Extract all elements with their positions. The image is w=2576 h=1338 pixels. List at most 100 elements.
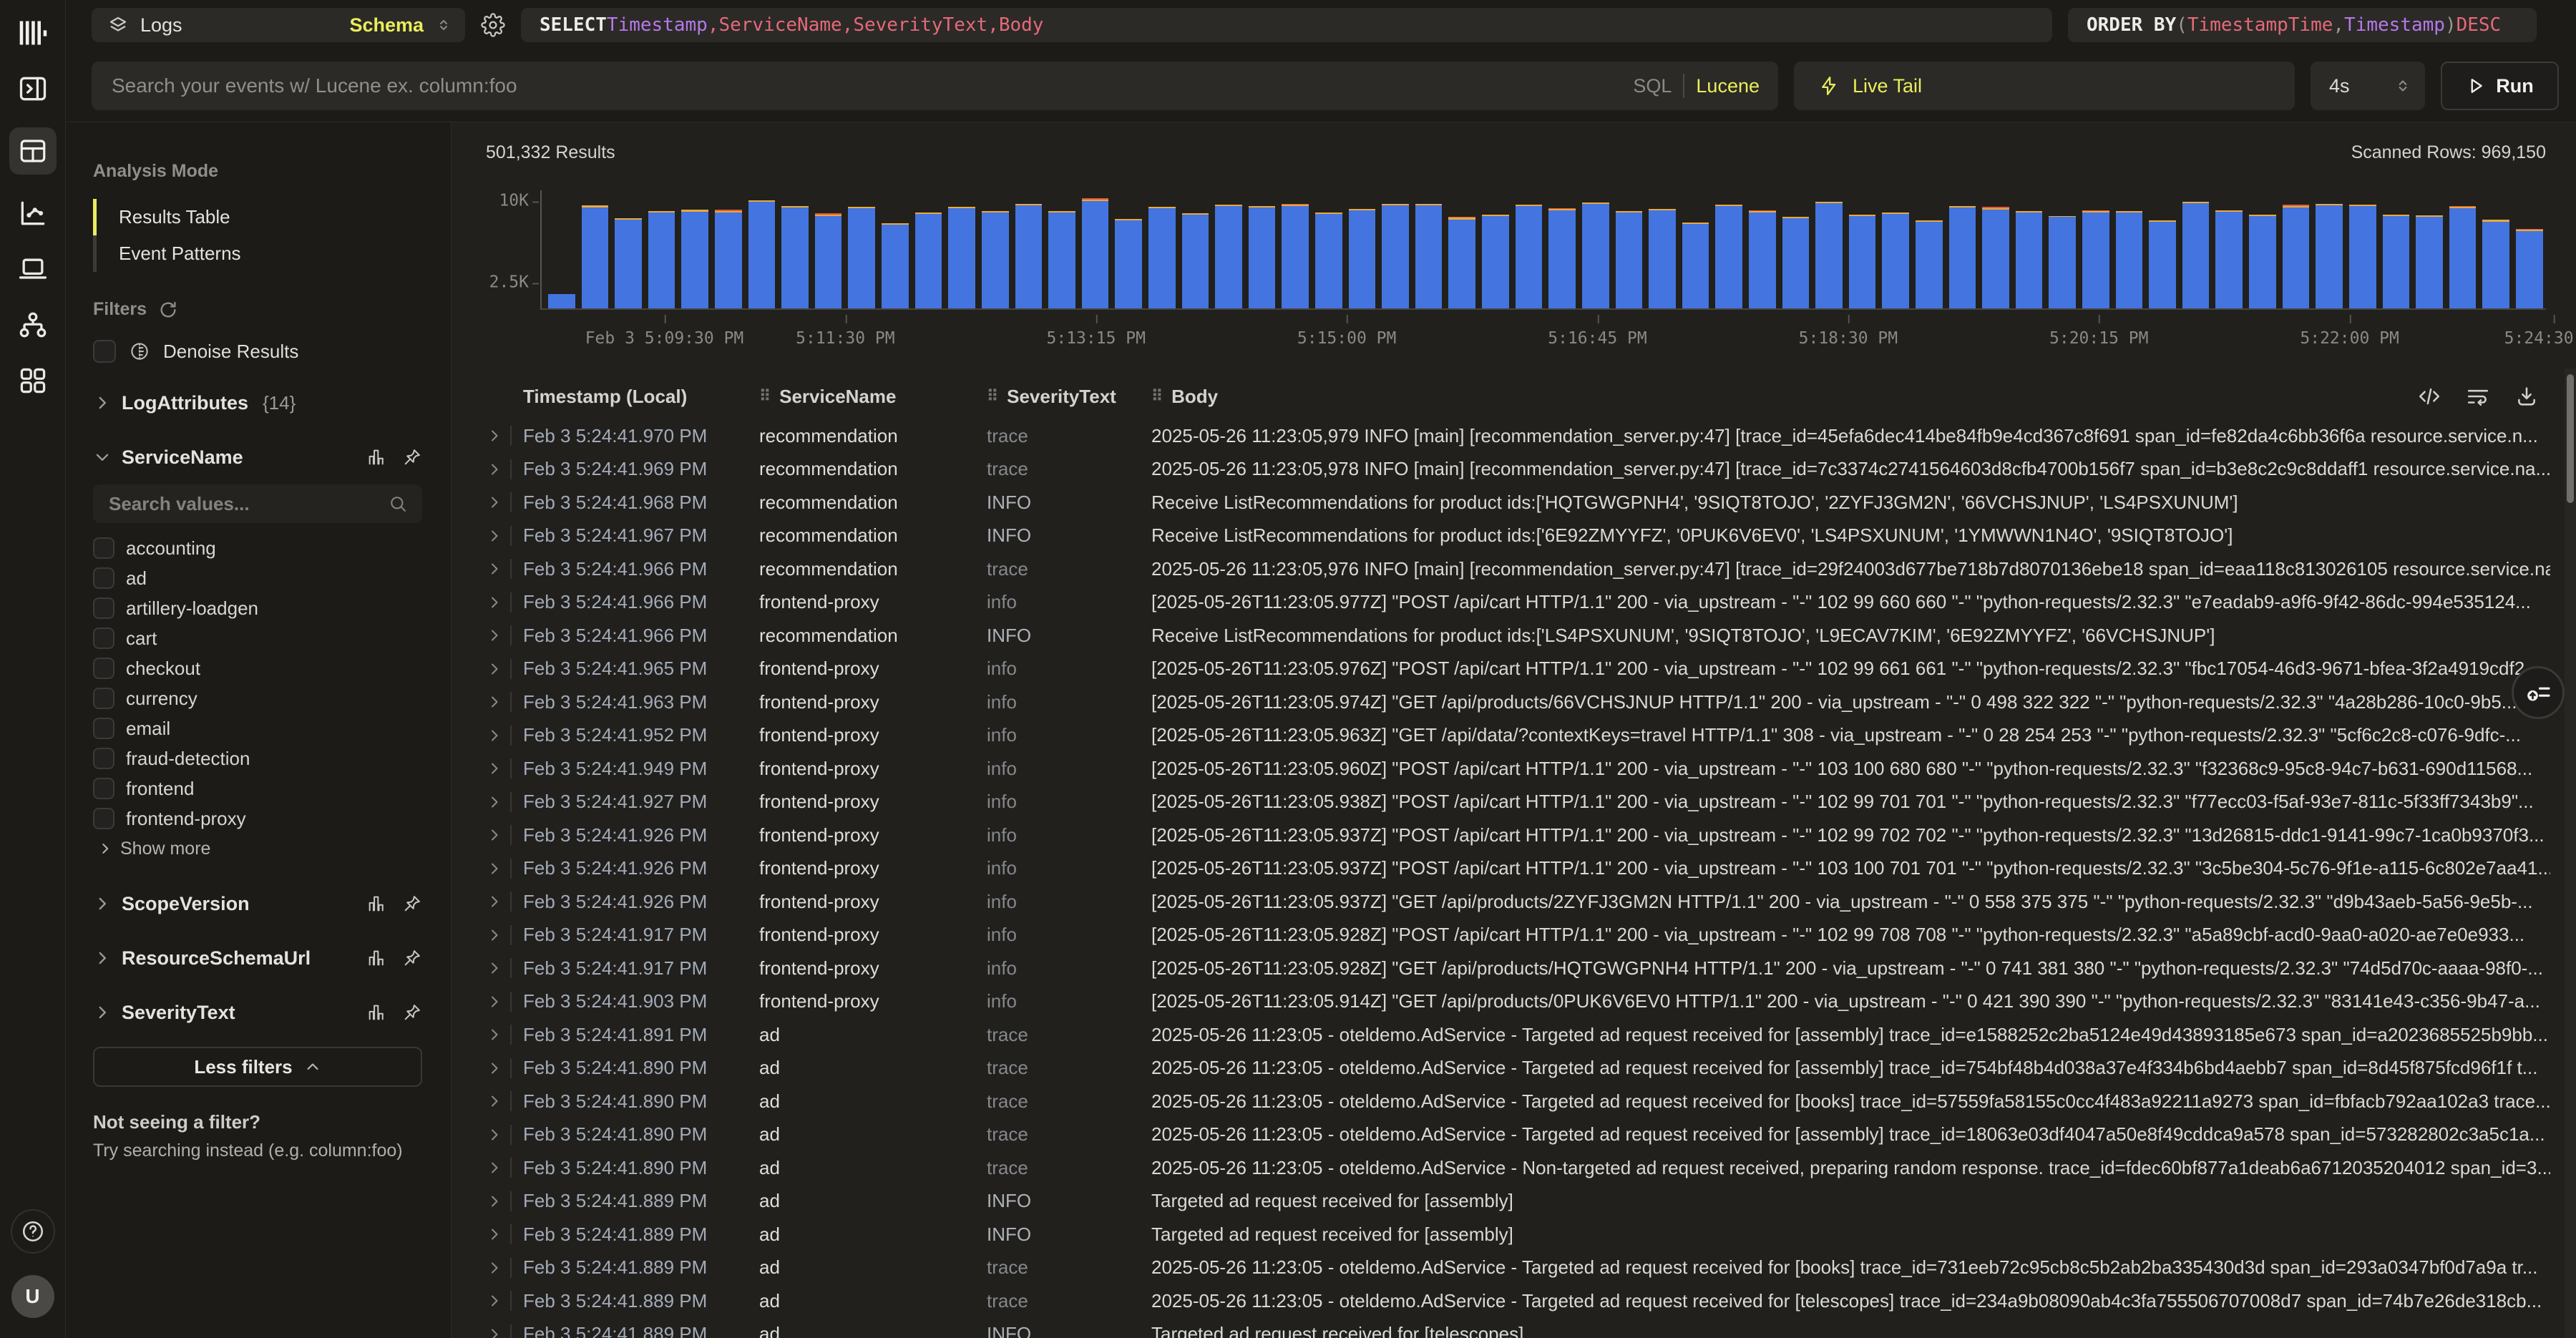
expand-row-chevron-icon[interactable] [486, 461, 503, 478]
log-table-row[interactable]: Feb 3 5:24:41.890 PM ad trace 2025-05-26… [486, 1052, 2576, 1085]
log-table-row[interactable]: Feb 3 5:24:41.889 PM ad INFO Targeted ad… [486, 1185, 2576, 1219]
log-table-row[interactable]: Feb 3 5:24:41.965 PM frontend-proxy info… [486, 653, 2576, 686]
scrollbar-track[interactable] [2565, 368, 2576, 1338]
pin-filter-icon[interactable] [402, 894, 422, 914]
log-table-row[interactable]: Feb 3 5:24:41.927 PM frontend-proxy info… [486, 786, 2576, 819]
expand-row-chevron-icon[interactable] [486, 727, 503, 744]
expand-row-chevron-icon[interactable] [486, 1326, 503, 1338]
filter-group-resourceschemaurl[interactable]: ResourceSchemaUrl [93, 944, 422, 972]
expand-row-chevron-icon[interactable] [486, 760, 503, 777]
column-header-severitytext[interactable]: ⠿ SeverityText [987, 386, 1151, 408]
schema-mode-label[interactable]: Schema [349, 14, 424, 36]
expand-row-chevron-icon[interactable] [486, 560, 503, 577]
live-tail-button[interactable]: Live Tail [1794, 62, 2295, 110]
log-table-row[interactable]: Feb 3 5:24:41.963 PM frontend-proxy info… [486, 685, 2576, 719]
service-checkbox[interactable] [93, 808, 114, 829]
service-checkbox[interactable] [93, 537, 114, 559]
source-selector[interactable]: Logs Schema [92, 8, 465, 42]
service-filter-option[interactable]: currency [93, 683, 422, 713]
expand-row-chevron-icon[interactable] [486, 959, 503, 977]
service-checkbox[interactable] [93, 567, 114, 589]
search-input[interactable]: Search your events w/ Lucene ex. column:… [92, 62, 1778, 110]
log-table-row[interactable]: Feb 3 5:24:41.926 PM frontend-proxy info… [486, 852, 2576, 886]
service-checkbox[interactable] [93, 658, 114, 679]
service-checkbox[interactable] [93, 748, 114, 769]
log-table-row[interactable]: Feb 3 5:24:41.891 PM ad trace 2025-05-26… [486, 1018, 2576, 1052]
expand-row-chevron-icon[interactable] [486, 660, 503, 678]
expand-row-chevron-icon[interactable] [486, 427, 503, 444]
refresh-interval-select[interactable]: 4s [2311, 62, 2425, 110]
chart-values-icon[interactable] [366, 894, 386, 914]
denoise-checkbox[interactable] [93, 340, 116, 363]
expand-row-chevron-icon[interactable] [486, 860, 503, 877]
expand-row-chevron-icon[interactable] [486, 1259, 503, 1276]
orderby-query-input[interactable]: ORDER BY (TimestampTime, Timestamp) DESC [2068, 8, 2537, 42]
expand-row-chevron-icon[interactable] [486, 494, 503, 511]
user-avatar[interactable]: U [11, 1275, 54, 1318]
log-table-row[interactable]: Feb 3 5:24:41.926 PM frontend-proxy info… [486, 819, 2576, 852]
pin-filter-icon[interactable] [402, 948, 422, 968]
service-filter-option[interactable]: checkout [93, 653, 422, 683]
expand-row-chevron-icon[interactable] [486, 1193, 503, 1210]
log-table-row[interactable]: Feb 3 5:24:41.966 PM recommendation INFO… [486, 619, 2576, 653]
column-header-body[interactable]: ⠿ Body [1151, 386, 2576, 408]
log-table-row[interactable]: Feb 3 5:24:41.889 PM ad INFO Targeted ad… [486, 1318, 2576, 1338]
service-filter-option[interactable]: artillery-loadgen [93, 593, 422, 623]
service-filter-option[interactable]: accounting [93, 533, 422, 563]
filter-group-logattributes[interactable]: LogAttributes {14} [93, 389, 422, 417]
show-more-button[interactable]: Show more [93, 834, 422, 864]
lang-sql-toggle[interactable]: SQL [1633, 75, 1672, 97]
expand-row-chevron-icon[interactable] [486, 1093, 503, 1110]
log-table-row[interactable]: Feb 3 5:24:41.889 PM ad trace 2025-05-26… [486, 1284, 2576, 1318]
wrap-lines-icon[interactable] [2466, 384, 2490, 409]
expand-row-chevron-icon[interactable] [486, 627, 503, 644]
log-table-row[interactable]: Feb 3 5:24:41.966 PM frontend-proxy info… [486, 586, 2576, 620]
pin-filter-icon[interactable] [402, 1002, 422, 1022]
chart-explorer-icon[interactable] [16, 196, 50, 230]
help-icon[interactable] [11, 1209, 55, 1254]
service-checkbox[interactable] [93, 778, 114, 799]
log-table-row[interactable]: Feb 3 5:24:41.966 PM recommendation trac… [486, 552, 2576, 586]
expand-row-chevron-icon[interactable] [486, 1159, 503, 1176]
log-table-row[interactable]: Feb 3 5:24:41.926 PM frontend-proxy info… [486, 885, 2576, 919]
log-table-row[interactable]: Feb 3 5:24:41.890 PM ad trace 2025-05-26… [486, 1151, 2576, 1185]
log-table-row[interactable]: Feb 3 5:24:41.890 PM ad trace 2025-05-26… [486, 1118, 2576, 1152]
expand-row-chevron-icon[interactable] [486, 1126, 503, 1143]
run-button[interactable]: Run [2441, 62, 2559, 110]
lang-lucene-toggle[interactable]: Lucene [1696, 75, 1760, 97]
filter-group-severitytext[interactable]: SeverityText [93, 998, 422, 1027]
terminal-panel-icon[interactable] [16, 72, 50, 106]
expand-row-chevron-icon[interactable] [486, 893, 503, 910]
log-table-row[interactable]: Feb 3 5:24:41.949 PM frontend-proxy info… [486, 752, 2576, 786]
service-checkbox[interactable] [93, 688, 114, 709]
log-table-row[interactable]: Feb 3 5:24:41.952 PM frontend-proxy info… [486, 719, 2576, 753]
expand-row-chevron-icon[interactable] [486, 1226, 503, 1243]
expand-row-chevron-icon[interactable] [486, 1292, 503, 1309]
analysis-mode-results-table[interactable]: Results Table [93, 199, 422, 235]
source-settings-gear-button[interactable] [481, 13, 505, 37]
service-map-icon[interactable] [16, 308, 50, 342]
service-filter-option[interactable]: frontend-proxy [93, 804, 422, 834]
download-icon[interactable] [2514, 384, 2539, 409]
select-query-input[interactable]: SELECT Timestamp, ServiceName, SeverityT… [521, 8, 2052, 42]
pin-filter-icon[interactable] [402, 447, 422, 467]
expand-row-chevron-icon[interactable] [486, 1026, 503, 1043]
expand-row-chevron-icon[interactable] [486, 594, 503, 611]
expand-row-chevron-icon[interactable] [486, 693, 503, 710]
chart-values-icon[interactable] [366, 1002, 386, 1022]
log-table-row[interactable]: Feb 3 5:24:41.969 PM recommendation trac… [486, 453, 2576, 487]
service-filter-option[interactable]: cart [93, 623, 422, 653]
dashboards-grid-icon[interactable] [16, 363, 50, 398]
log-table-row[interactable]: Feb 3 5:24:41.967 PM recommendation INFO… [486, 519, 2576, 553]
log-table-row[interactable]: Feb 3 5:24:41.917 PM frontend-proxy info… [486, 952, 2576, 985]
column-header-timestamp[interactable]: Timestamp (Local) [523, 386, 759, 408]
view-source-code-icon[interactable] [2417, 384, 2441, 409]
analysis-mode-event-patterns[interactable]: Event Patterns [93, 235, 422, 272]
log-table-row[interactable]: Feb 3 5:24:41.903 PM frontend-proxy info… [486, 985, 2576, 1019]
expand-row-chevron-icon[interactable] [486, 993, 503, 1010]
service-filter-option[interactable]: frontend [93, 773, 422, 804]
column-header-servicename[interactable]: ⠿ ServiceName [759, 386, 987, 408]
service-checkbox[interactable] [93, 628, 114, 649]
service-filter-option[interactable]: fraud-detection [93, 743, 422, 773]
less-filters-button[interactable]: Less filters [93, 1047, 422, 1087]
